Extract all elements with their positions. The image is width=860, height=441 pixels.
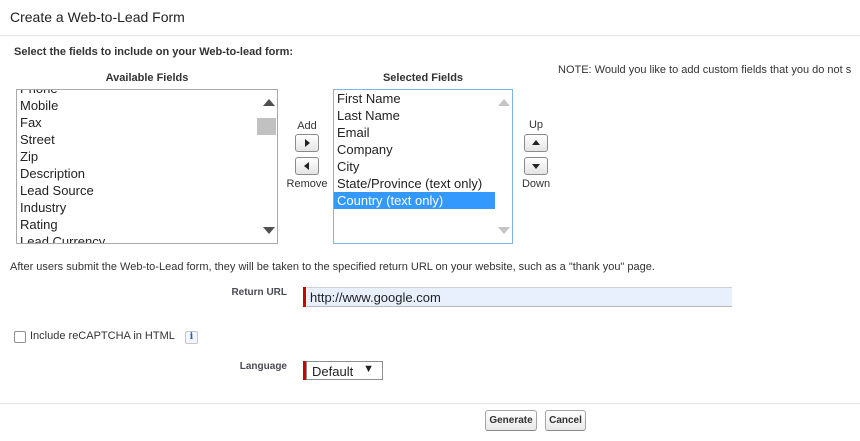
selected-option[interactable]: Company (334, 141, 495, 158)
language-select[interactable]: Default ▼ (306, 361, 383, 380)
up-triangle-icon (532, 140, 540, 145)
selected-option[interactable]: State/Province (text only) (334, 175, 495, 192)
add-button[interactable] (295, 134, 319, 152)
language-select-value: Default (312, 364, 354, 379)
move-up-button[interactable] (524, 134, 548, 152)
selected-fields-header: Selected Fields (382, 72, 464, 84)
scroll-down-arrow-icon[interactable] (498, 227, 510, 234)
available-fields-items: PhoneMobileFaxStreetZipDescriptionLead S… (17, 90, 260, 243)
remove-label: Remove (286, 178, 328, 190)
available-option[interactable]: Industry (17, 199, 260, 216)
down-label: Down (521, 178, 551, 190)
return-url-info-text: After users submit the Web-to-Lead form,… (10, 261, 655, 273)
available-option[interactable]: Zip (17, 148, 260, 165)
return-url-label: Return URL (231, 287, 287, 298)
cancel-button[interactable]: Cancel (545, 410, 586, 431)
selected-fields-list[interactable]: First Name Last Name Email Company City State… (333, 89, 513, 244)
dialog-header: Create a Web-to-Lead Form (0, 0, 860, 36)
up-label: Up (528, 119, 544, 131)
scroll-up-arrow-icon[interactable] (263, 99, 275, 106)
return-url-input[interactable] (307, 287, 732, 307)
selected-fields-items: First Name Last Name Email Company City State… (334, 90, 495, 209)
available-option[interactable]: Lead Currency (17, 233, 260, 243)
footer-divider (0, 403, 860, 404)
recaptcha-label: Include reCAPTCHA in HTML (30, 330, 175, 342)
available-option[interactable]: Street (17, 131, 260, 148)
available-option[interactable]: Fax (17, 114, 260, 131)
selected-option[interactable]: First Name (334, 90, 495, 107)
available-option[interactable]: Mobile (17, 97, 260, 114)
available-fields-header: Available Fields (105, 72, 189, 84)
available-fields-list[interactable]: PhoneMobileFaxStreetZipDescriptionLead S… (16, 89, 278, 244)
selected-fields-scrollbar[interactable] (495, 90, 512, 243)
custom-fields-note: NOTE: Would you like to add custom field… (558, 64, 852, 76)
left-triangle-icon (304, 162, 309, 170)
instruction-text: Select the fields to include on your Web… (14, 46, 294, 58)
available-option[interactable]: Lead Source (17, 182, 260, 199)
scroll-up-arrow-icon[interactable] (498, 99, 510, 106)
add-label: Add (297, 120, 317, 132)
remove-button[interactable] (295, 157, 319, 175)
scroll-down-arrow-icon[interactable] (263, 227, 275, 234)
dialog-title: Create a Web-to-Lead Form (10, 9, 185, 25)
available-option[interactable]: Rating (17, 216, 260, 233)
down-triangle-icon (532, 164, 540, 169)
language-label: Language (239, 361, 287, 372)
info-icon[interactable]: i (185, 331, 198, 344)
selected-option[interactable]: City (334, 158, 495, 175)
recaptcha-checkbox[interactable] (14, 331, 26, 343)
selected-option[interactable]: Email (334, 124, 495, 141)
available-fields-scrollbar[interactable] (257, 90, 277, 243)
selected-option[interactable]: Country (text only) (334, 192, 495, 209)
required-indicator (303, 287, 306, 307)
selected-option[interactable]: Last Name (334, 107, 495, 124)
available-option[interactable]: Description (17, 165, 260, 182)
right-triangle-icon (305, 139, 310, 147)
move-down-button[interactable] (524, 157, 548, 175)
generate-button[interactable]: Generate (485, 410, 537, 431)
available-option[interactable]: Phone (17, 90, 260, 97)
scroll-thumb[interactable] (257, 118, 276, 135)
chevron-down-icon: ▼ (363, 363, 374, 375)
